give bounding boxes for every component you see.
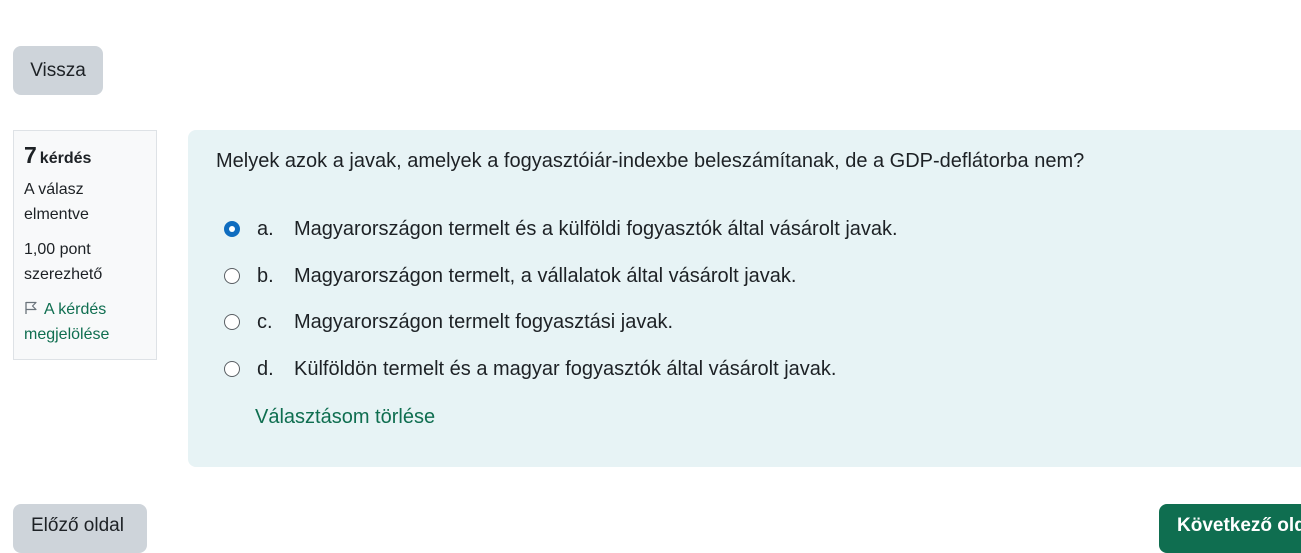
answer-letter: a. (257, 217, 274, 240)
question-number-heading: 7 kérdés (24, 142, 146, 169)
question-info-panel: 7 kérdés A válasz elmentve 1,00 pont sze… (13, 130, 157, 360)
back-button[interactable]: Vissza (13, 46, 103, 95)
answer-text[interactable]: Magyarországon termelt és a külföldi fog… (294, 218, 898, 241)
radio-button-c[interactable] (224, 314, 240, 330)
question-state: A válasz elmentve (24, 181, 89, 223)
answer-letter: b. (257, 264, 274, 287)
answer-option-b[interactable]: b. Magyarországon termelt, a vállalatok … (224, 261, 796, 291)
radio-button-d[interactable] (224, 361, 240, 377)
question-content: Melyek azok a javak, amelyek a fogyasztó… (188, 130, 1301, 467)
question-grade: 1,00 pont szerezhető (24, 241, 103, 283)
question-number-label: kérdés (39, 150, 92, 167)
answer-text[interactable]: Külföldön termelt és a magyar fogyasztók… (294, 358, 836, 381)
flag-icon (25, 301, 37, 314)
clear-choice-link[interactable]: Választásom törlése (255, 406, 435, 429)
answer-text[interactable]: Magyarországon termelt fogyasztási javak… (294, 311, 673, 334)
question-text: Melyek azok a javak, amelyek a fogyasztó… (216, 150, 1085, 172)
answer-option-a[interactable]: a. Magyarországon termelt és a külföldi … (224, 214, 898, 244)
next-page-button[interactable]: Következő oldal (1159, 504, 1301, 553)
radio-button-b[interactable] (224, 268, 240, 284)
question-number: 7 (24, 142, 37, 168)
answer-letter: c. (257, 310, 273, 333)
flag-question-link[interactable]: A kérdés megjelölése (24, 297, 146, 347)
answer-option-c[interactable]: c. Magyarországon termelt fogyasztási ja… (224, 307, 673, 337)
answer-option-d[interactable]: d. Külföldön termelt és a magyar fogyasz… (224, 354, 836, 384)
previous-page-button[interactable]: Előző oldal (13, 504, 147, 553)
answer-text[interactable]: Magyarországon termelt, a vállalatok ált… (294, 265, 796, 288)
answer-letter: d. (257, 357, 274, 380)
radio-button-a[interactable] (224, 221, 240, 237)
